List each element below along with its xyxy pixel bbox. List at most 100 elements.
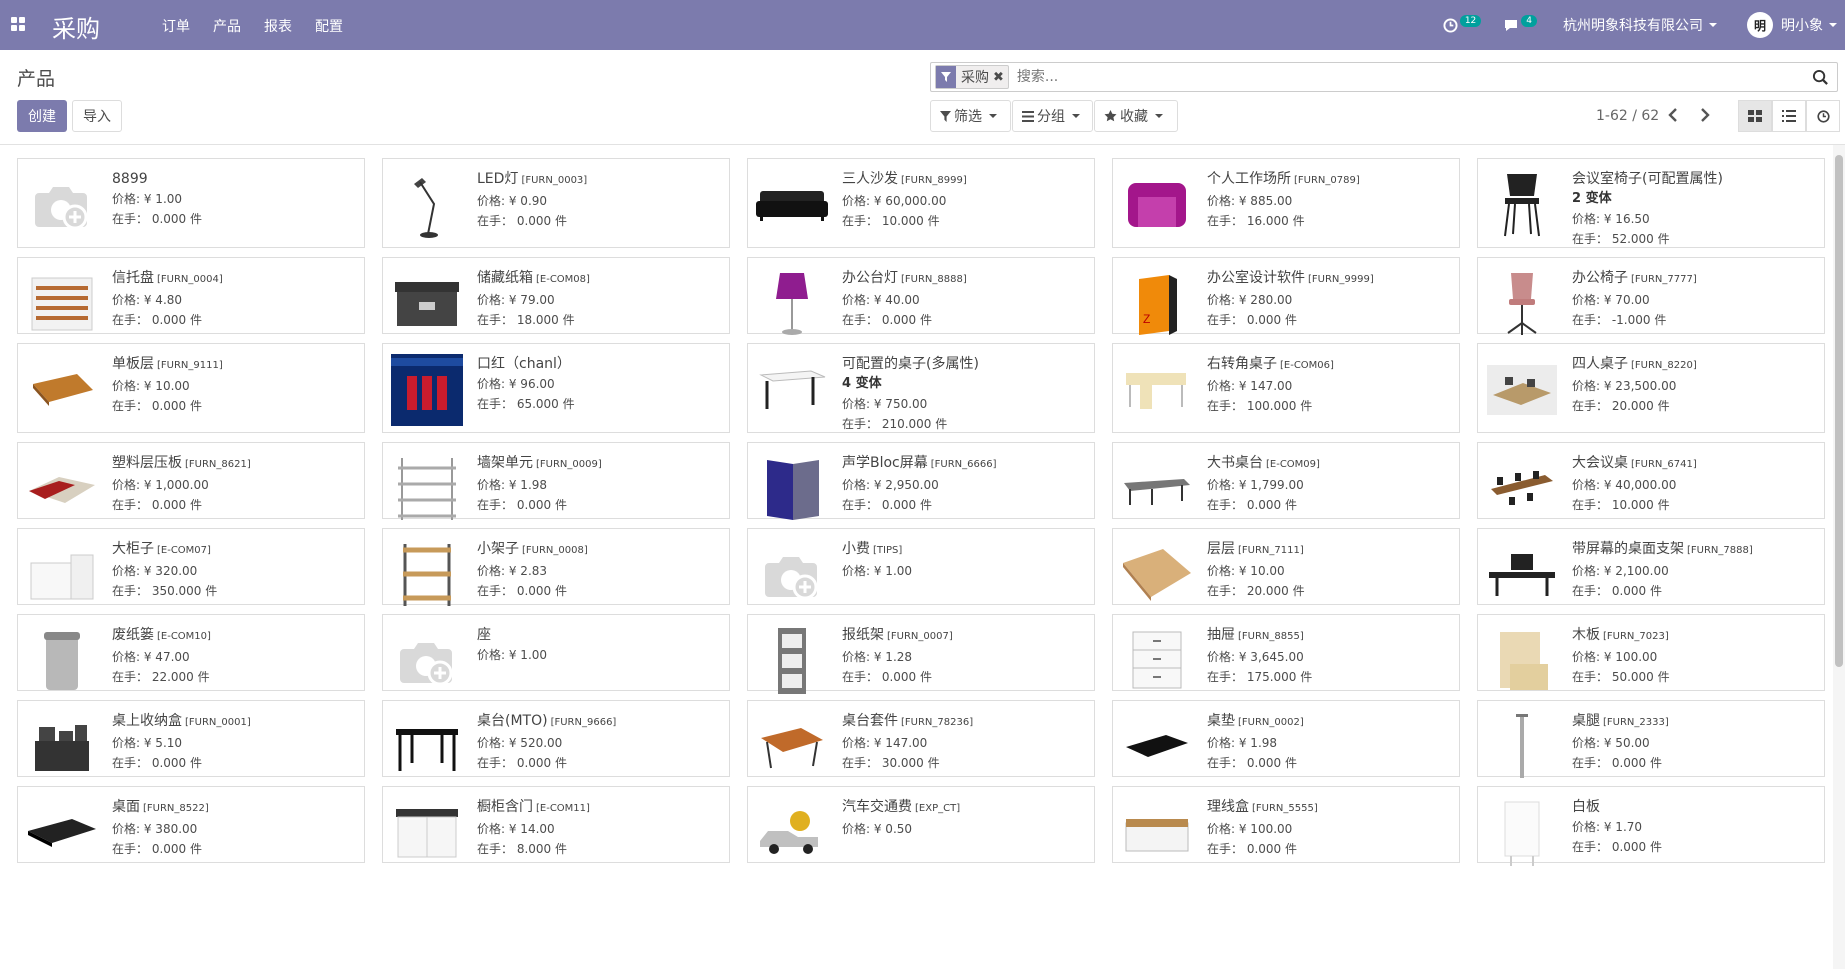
chat-icon <box>1505 19 1518 31</box>
product-name: LED灯 <box>477 171 519 187</box>
product-card[interactable]: 口红（chanl） 价格: ¥ 96.00 在手： 65.000 件 <box>382 343 730 433</box>
product-card[interactable]: 抽屉 [FURN_8855] 价格: ¥ 3,645.00 在手： 175.000 件 <box>1112 614 1460 691</box>
product-info: 塑料层压板 [FURN_8621] 价格: ¥ 1,000.00 在手： 0.000 … <box>112 453 251 515</box>
chevron-left-icon[interactable] <box>1665 105 1683 125</box>
groupby-button[interactable]: 分组 <box>1012 100 1093 132</box>
product-code: [FURN_0789] <box>1294 175 1360 186</box>
product-info: 带屏幕的桌面支架 [FURN_7888] 价格: ¥ 2,100.00 在手： 0.0… <box>1572 539 1753 601</box>
product-card[interactable]: 橱柜含门 [E-COM11] 价格: ¥ 14.00 在手： 8.000 件 <box>382 786 730 863</box>
list-view-button[interactable] <box>1772 100 1806 132</box>
chevron-right-icon[interactable] <box>1695 105 1713 125</box>
product-card[interactable]: 单板层 [FURN_9111] 价格: ¥ 10.00 在手： 0.000 件 <box>17 343 365 433</box>
product-price: 价格: ¥ 750.00 <box>842 397 928 411</box>
product-code: [EXP_CT] <box>915 803 961 814</box>
product-image <box>26 354 98 426</box>
product-info: 报纸架 [FURN_0007] 价格: ¥ 1.28 在手： 0.000 件 <box>842 625 953 687</box>
product-card[interactable]: 大书桌台 [E-COM09] 价格: ¥ 1,799.00 在手： 0.000 件 <box>1112 442 1460 519</box>
app-title[interactable]: 采购 <box>52 9 100 44</box>
product-price: 价格: ¥ 3,645.00 <box>1207 650 1304 664</box>
company-switcher[interactable]: 杭州明象科技有限公司 <box>1563 15 1717 35</box>
product-card[interactable]: 座价格: ¥ 1.00 <box>382 614 730 691</box>
scrollbar-thumb[interactable] <box>1835 155 1843 667</box>
search-input[interactable] <box>1014 68 1837 86</box>
product-image <box>26 711 98 783</box>
search-facet: 采购 ✖ <box>935 65 1009 89</box>
product-name: 桌台套件 <box>842 713 898 729</box>
favorites-label: 收藏 <box>1120 109 1148 125</box>
pager-value[interactable]: 1-62 / 62 <box>1596 108 1659 124</box>
user-menu[interactable]: 明 明小象 <box>1747 12 1837 38</box>
import-button[interactable]: 导入 <box>72 100 122 132</box>
filter-button[interactable]: 筛选 <box>930 100 1011 132</box>
product-card[interactable]: 桌腿 [FURN_2333] 价格: ¥ 50.00 在手： 0.000 件 <box>1477 700 1825 778</box>
favorites-button[interactable]: 收藏 <box>1094 100 1178 132</box>
product-card[interactable]: 右转角桌子 [E-COM06] 价格: ¥ 147.00 在手： 100.000 件 <box>1112 343 1460 433</box>
product-name: 塑料层压板 <box>112 455 182 471</box>
product-card[interactable]: 白板 价格: ¥ 1.70 在手： 0.000 件 <box>1477 786 1825 866</box>
product-card[interactable]: 报纸架 [FURN_0007] 价格: ¥ 1.28 在手： 0.000 件 <box>747 614 1095 694</box>
product-card[interactable]: 大柜子 [E-COM07] 价格: ¥ 320.00 在手： 350.000 件 <box>17 528 365 605</box>
product-onhand: 在手： 30.000 件 <box>842 756 940 770</box>
top-navbar: 采购 订单 产品 报表 配置 12 4 杭州明象科技有限公司 明 明小象 <box>0 0 1845 50</box>
product-onhand: 在手： 20.000 件 <box>1572 399 1670 413</box>
kanban-view-button[interactable] <box>1738 100 1772 132</box>
product-card[interactable]: 墙架单元 [FURN_0009] 价格: ¥ 1.98 在手： 0.000 件 <box>382 442 730 520</box>
product-card[interactable]: 三人沙发 [FURN_8999] 价格: ¥ 60,000.00 在手： 10.000… <box>747 158 1095 248</box>
product-name: 层层 <box>1207 541 1235 557</box>
product-card[interactable]: 信托盘 [FURN_0004] 价格: ¥ 4.80 在手： 0.000 件 <box>17 257 365 334</box>
facet-remove-icon[interactable]: ✖ <box>993 70 1008 85</box>
product-card[interactable]: 办公台灯 [FURN_8888] 价格: ¥ 40.00 在手： 0.000 件 <box>747 257 1095 335</box>
product-card[interactable]: LED灯 [FURN_0003] 价格: ¥ 0.90 在手： 0.000 件 <box>382 158 730 248</box>
product-card[interactable]: 理线盒 [FURN_5555] 价格: ¥ 100.00 在手： 0.000 件 <box>1112 786 1460 863</box>
product-card[interactable]: 8899 价格: ¥ 1.00 在手： 0.000 件 <box>17 158 365 248</box>
product-info: 桌垫 [FURN_0002] 价格: ¥ 1.98 在手： 0.000 件 <box>1207 711 1304 773</box>
product-card[interactable]: 办公椅子 [FURN_7777] 价格: ¥ 70.00 在手： -1.000 件 <box>1477 257 1825 335</box>
product-code: [FURN_0004] <box>157 274 223 285</box>
product-card[interactable]: 带屏幕的桌面支架 [FURN_7888] 价格: ¥ 2,100.00 在手： 0.0… <box>1477 528 1825 605</box>
product-code: [E-COM07] <box>157 545 211 556</box>
product-image <box>1121 711 1193 783</box>
product-card[interactable]: 小费 [TIPS] 价格: ¥ 1.00 <box>747 528 1095 605</box>
product-card[interactable]: 四人桌子 [FURN_8220] 价格: ¥ 23,500.00 在手： 20.000… <box>1477 343 1825 433</box>
create-button[interactable]: 创建 <box>17 100 67 132</box>
product-card[interactable]: 桌上收纳盒 [FURN_0001] 价格: ¥ 5.10 在手： 0.000 件 <box>17 700 365 777</box>
product-name: 报纸架 <box>842 627 884 643</box>
product-card[interactable]: 汽车交通费 [EXP_CT] 价格: ¥ 0.50 <box>747 786 1095 863</box>
product-card[interactable]: 个人工作场所 [FURN_0789] 价格: ¥ 885.00 在手： 16.000 … <box>1112 158 1460 248</box>
menu-item-config[interactable]: 配置 <box>315 16 343 36</box>
product-card[interactable]: 储藏纸箱 [E-COM08] 价格: ¥ 79.00 在手： 18.000 件 <box>382 257 730 334</box>
product-card[interactable]: 塑料层压板 [FURN_8621] 价格: ¥ 1,000.00 在手： 0.000 … <box>17 442 365 519</box>
product-image <box>391 453 463 525</box>
activity-button[interactable]: 12 <box>1443 15 1482 33</box>
product-name: 小架子 <box>477 541 519 557</box>
messages-button[interactable]: 4 <box>1503 15 1537 33</box>
product-card[interactable]: 桌台(MTO) [FURN_9666] 价格: ¥ 520.00 在手： 0.000 … <box>382 700 730 777</box>
product-card[interactable]: 桌台套件 [FURN_78236] 价格: ¥ 147.00 在手： 30.000 件 <box>747 700 1095 777</box>
product-card[interactable]: 桌垫 [FURN_0002] 价格: ¥ 1.98 在手： 0.000 件 <box>1112 700 1460 777</box>
product-card[interactable]: 桌面 [FURN_8522] 价格: ¥ 380.00 在手： 0.000 件 <box>17 786 365 863</box>
apps-menu-icon[interactable] <box>11 17 25 31</box>
product-card[interactable]: Z 办公室设计软件 [FURN_9999] 价格: ¥ 280.00 在手： 0.000… <box>1112 257 1460 335</box>
product-info: 办公室设计软件 [FURN_9999] 价格: ¥ 280.00 在手： 0.000 … <box>1207 268 1374 330</box>
activity-view-button[interactable] <box>1806 100 1840 132</box>
product-image <box>26 797 98 869</box>
product-card[interactable]: 废纸篓 [E-COM10] 价格: ¥ 47.00 在手： 22.000 件 <box>17 614 365 691</box>
product-info: 个人工作场所 [FURN_0789] 价格: ¥ 885.00 在手： 16.000 … <box>1207 169 1360 231</box>
product-card[interactable]: 声学Bloc屏幕 [FURN_6666] 价格: ¥ 2,950.00 在手： 0.0… <box>747 442 1095 520</box>
product-info: 右转角桌子 [E-COM06] 价格: ¥ 147.00 在手： 100.000 件 <box>1207 354 1334 416</box>
menu-item-reports[interactable]: 报表 <box>264 16 292 36</box>
menu-item-products[interactable]: 产品 <box>213 16 241 36</box>
product-onhand: 在手： 100.000 件 <box>1207 399 1313 413</box>
product-card[interactable]: 会议室椅子(可配置属性) 2 变体 价格: ¥ 16.50 在手： 52.000 件 <box>1477 158 1825 248</box>
product-card[interactable]: 木板 [FURN_7023] 价格: ¥ 100.00 在手： 50.000 件 <box>1477 614 1825 691</box>
search-icon[interactable] <box>1812 69 1829 86</box>
menu-item-orders[interactable]: 订单 <box>162 16 190 36</box>
product-card[interactable]: 可配置的桌子(多属性) 4 变体 价格: ¥ 750.00 在手： 210.000 件 <box>747 343 1095 433</box>
product-info: 单板层 [FURN_9111] 价格: ¥ 10.00 在手： 0.000 件 <box>112 354 223 416</box>
product-card[interactable]: 大会议桌 [FURN_6741] 价格: ¥ 40,000.00 在手： 10.000… <box>1477 442 1825 519</box>
product-name: 办公椅子 <box>1572 270 1628 286</box>
product-name: 墙架单元 <box>477 455 533 471</box>
product-card[interactable]: 层层 [FURN_7111] 价格: ¥ 10.00 在手： 20.000 件 <box>1112 528 1460 605</box>
product-card[interactable]: 小架子 [FURN_0008] 价格: ¥ 2.83 在手： 0.000 件 <box>382 528 730 606</box>
product-image <box>391 354 463 426</box>
